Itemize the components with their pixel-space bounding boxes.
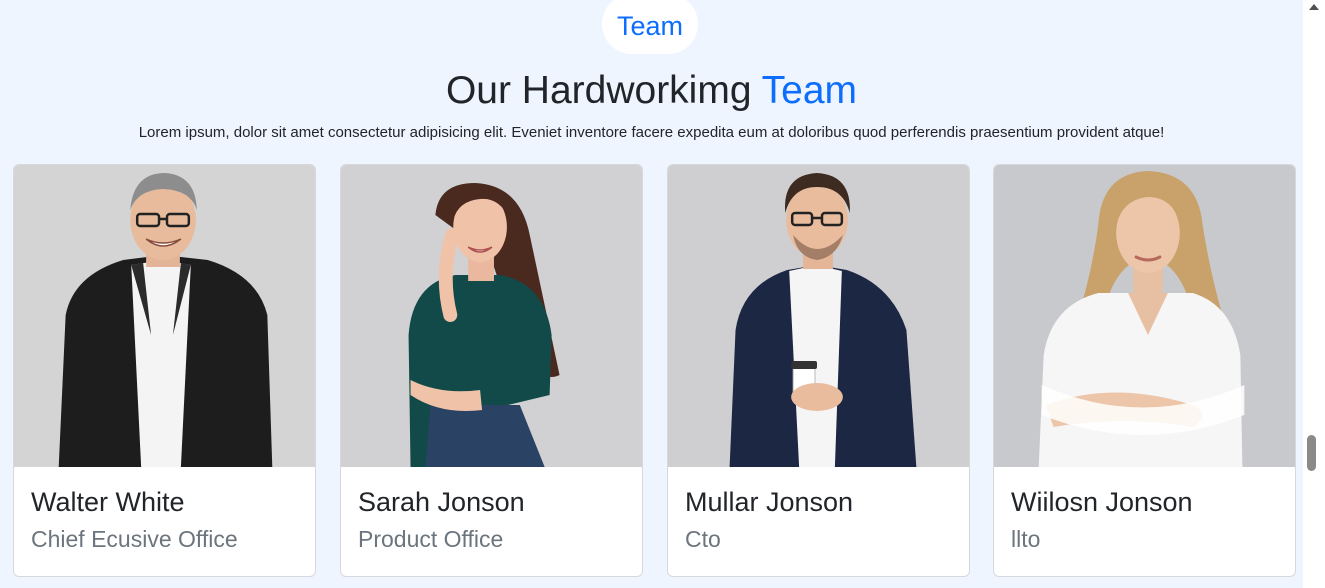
heading-text: Our Hardworkimg [445,69,752,112]
member-role: Chief Ecusive Office [31,526,238,552]
member-role: Product Office [358,526,504,552]
member-role: Cto [685,526,721,552]
vertical-scrollbar[interactable] [1303,0,1325,588]
scroll-up-arrow-icon[interactable] [1309,4,1319,10]
team-card: Wiilosn Jonson llto [993,164,1296,577]
member-photo [341,165,642,467]
section-subtitle: Lorem ipsum, dolor sit amet consectetur … [138,124,1165,141]
team-card: Sarah Jonson Product Office [340,164,643,577]
member-name: Walter White [31,487,185,517]
team-section: Team Our Hardworkimg Team Lorem ipsum, d… [0,0,1303,588]
member-name: Wiilosn Jonson [1011,487,1193,517]
member-role: llto [1011,526,1041,552]
section-heading: Our Hardworkimg Team [0,66,1303,116]
member-photo [994,165,1295,467]
scrollbar-thumb[interactable] [1307,435,1316,471]
heading-accent: Team [761,69,858,112]
team-card: Mullar Jonson Cto [667,164,970,577]
member-name: Mullar Jonson [685,487,854,517]
member-name: Sarah Jonson [358,487,525,517]
member-photo [14,165,315,467]
team-card: Walter White Chief Ecusive Office [13,164,316,577]
member-photo [668,165,969,467]
section-badge: Team [602,0,698,54]
